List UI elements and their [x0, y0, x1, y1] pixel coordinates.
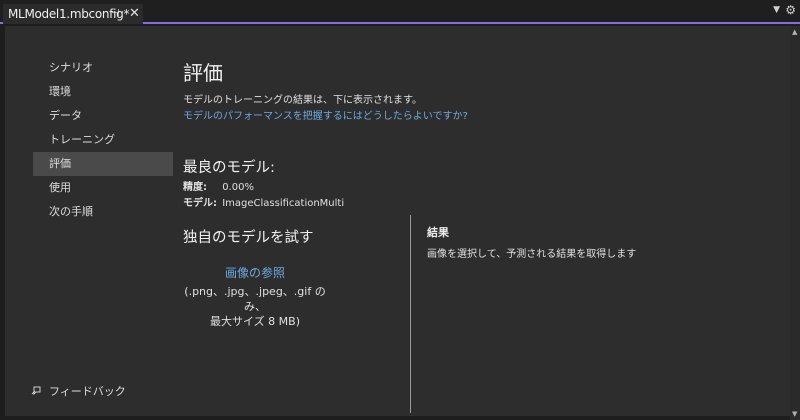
- image-upload-area[interactable]: 画像の参照 (.png、.jpg、.jpeg、.gif のみ、 最大サイズ 8 …: [180, 264, 330, 329]
- feedback-icon: [31, 384, 43, 399]
- sidebar-item-environment[interactable]: 環境: [33, 80, 173, 104]
- results-panel: 結果 画像を選択して、予測される結果を取得します: [427, 224, 636, 260]
- sidebar-item-consume[interactable]: 使用: [33, 176, 173, 200]
- document-tab[interactable]: MLModel1.mbconfig* ⊣ ✕: [3, 4, 143, 24]
- scroll-down-icon[interactable]: ▼: [792, 410, 797, 418]
- gear-icon[interactable]: ⚙: [785, 3, 796, 17]
- sidebar-item-evaluate[interactable]: 評価: [33, 152, 173, 176]
- accuracy-value: 0.00%: [222, 182, 254, 193]
- model-row: モデル: ImageClassificationMulti: [183, 194, 344, 209]
- document-tab-bar: MLModel1.mbconfig* ⊣ ✕ ▼ ⚙: [0, 0, 800, 24]
- scroll-up-icon[interactable]: ▲: [792, 28, 797, 36]
- close-icon[interactable]: ✕: [129, 6, 140, 22]
- sidebar-item-scenario[interactable]: シナリオ: [33, 56, 173, 80]
- feedback-label: フィードバック: [49, 385, 126, 398]
- accuracy-label: 精度:: [183, 182, 207, 193]
- results-description: 画像を選択して、予測される結果を取得します: [427, 249, 637, 260]
- max-size-text: 最大サイズ 8 MB): [210, 315, 300, 328]
- help-link[interactable]: モデルのパフォーマンスを把握するにはどうしたらよいですか?: [183, 107, 468, 122]
- chevron-down-icon[interactable]: ▼: [773, 5, 780, 15]
- page-title: 評価: [183, 61, 223, 85]
- feedback-link[interactable]: フィードバック: [31, 383, 126, 399]
- accuracy-row: 精度: 0.00%: [183, 178, 254, 193]
- pin-icon[interactable]: ⊣: [111, 6, 120, 22]
- file-type-note: (.png、.jpg、.jpeg、.gif のみ、 最大サイズ 8 MB): [180, 284, 330, 329]
- browse-images-link[interactable]: 画像の参照: [180, 264, 330, 281]
- sidebar-item-training[interactable]: トレーニング: [33, 128, 173, 152]
- model-label: モデル:: [183, 198, 217, 209]
- evaluation-panel: シナリオ 環境 データ トレーニング 評価 使用 次の手順 フィードバック 評価…: [5, 26, 790, 416]
- main-content: 評価 モデルのトレーニングの結果は、下に表示されます。 モデルのパフォーマンスを…: [183, 54, 468, 246]
- results-title: 結果: [427, 226, 449, 239]
- sidebar-nav: シナリオ 環境 データ トレーニング 評価 使用 次の手順: [33, 56, 173, 224]
- best-model-heading: 最良のモデル:: [183, 160, 275, 176]
- model-value: ImageClassificationMulti: [222, 198, 345, 209]
- page-subtitle: モデルのトレーニングの結果は、下に表示されます。: [183, 95, 422, 106]
- results-divider: [410, 215, 411, 413]
- file-types-text: (.png、.jpg、.jpeg、.gif のみ、: [184, 285, 326, 313]
- try-model-heading: 独自のモデルを試す: [183, 230, 314, 246]
- sidebar-item-data[interactable]: データ: [33, 104, 173, 128]
- sidebar-item-next-steps[interactable]: 次の手順: [33, 200, 173, 224]
- vertical-scrollbar[interactable]: ▲ ▼: [790, 26, 800, 420]
